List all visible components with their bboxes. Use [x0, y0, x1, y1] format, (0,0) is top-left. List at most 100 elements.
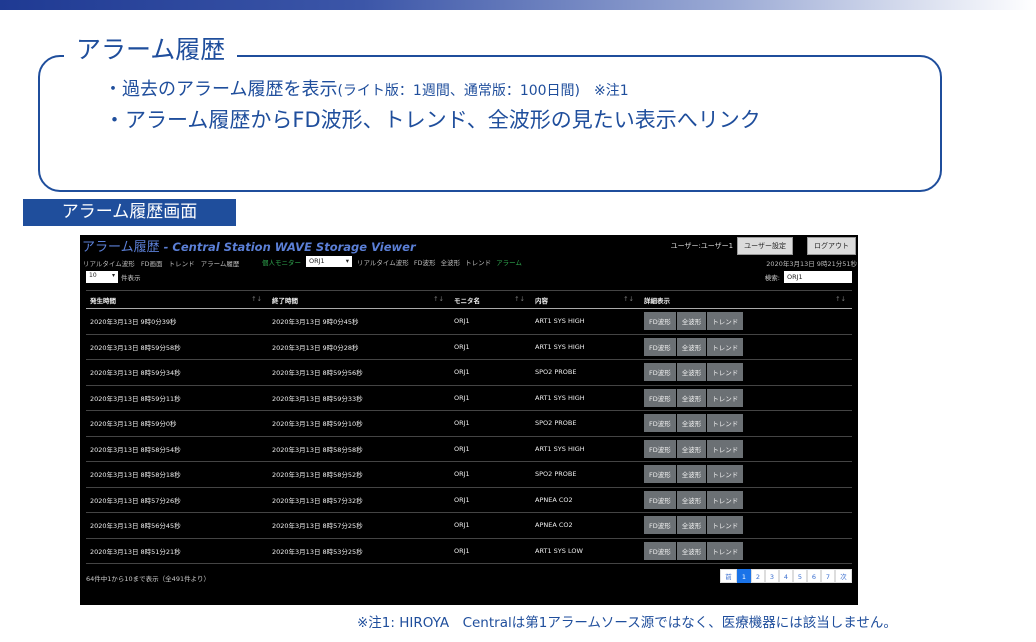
cell-content: ART1 SYS LOW [531, 538, 640, 564]
fd-wave-button[interactable]: FD波形 [644, 516, 676, 535]
fd-wave-button[interactable]: FD波形 [644, 337, 676, 356]
subnav-trend[interactable]: トレンド [465, 257, 491, 267]
fd-wave-button[interactable]: FD波形 [644, 541, 676, 560]
full-wave-button[interactable]: 全波形 [676, 465, 707, 484]
cell-end: 2020年3月13日 8時58分58秒 [268, 436, 450, 462]
nav-realtime-wave[interactable]: リアルタイム波形 [83, 258, 135, 268]
subnav-realtime-wave[interactable]: リアルタイム波形 [357, 257, 409, 267]
column-header-content[interactable]: 内容 ↑↓ [531, 290, 640, 309]
fd-wave-button[interactable]: FD波形 [644, 490, 676, 509]
page-length-suffix: 件表示 [121, 274, 141, 282]
trend-button[interactable]: トレンド [707, 490, 744, 509]
pager-page-button[interactable]: 1 [737, 569, 751, 583]
full-wave-button[interactable]: 全波形 [676, 388, 707, 407]
full-wave-button[interactable]: 全波形 [676, 516, 707, 535]
subnav-fd-wave[interactable]: FD波形 [414, 257, 436, 267]
page-length-select[interactable]: 10 ▾ [86, 271, 118, 283]
primary-nav: リアルタイム波形 FD画面 トレンド アラーム履歴 [83, 258, 239, 268]
cell-actions: FD波形 全波形 トレンド [640, 334, 852, 360]
column-header-label: 発生時間 [90, 296, 116, 305]
column-header-label: 詳細表示 [644, 296, 670, 305]
cell-start: 2020年3月13日 8時56分45秒 [86, 512, 268, 539]
table-row: 2020年3月13日 8時57分26秒 2020年3月13日 8時57分32秒 OR… [86, 487, 852, 513]
sort-icon: ↑↓ [433, 294, 444, 303]
pagination: 前 1 2 3 4 5 6 7 次 [720, 569, 852, 583]
cell-actions: FD波形 全波形 トレンド [640, 410, 852, 437]
nav-alarm-history[interactable]: アラーム履歴 [201, 258, 240, 268]
full-wave-button[interactable]: 全波形 [676, 337, 707, 356]
cell-start: 2020年3月13日 8時59分58秒 [86, 334, 268, 360]
monitor-select-label: 個人モニター [262, 258, 301, 267]
cell-start: 2020年3月13日 8時58分18秒 [86, 461, 268, 488]
cell-monitor: ORJ1 [450, 410, 531, 437]
logout-button[interactable]: ログアウト [807, 237, 856, 255]
search-input[interactable] [784, 271, 852, 283]
fd-wave-button[interactable]: FD波形 [644, 414, 676, 433]
full-wave-button[interactable]: 全波形 [676, 414, 707, 433]
cell-actions: FD波形 全波形 トレンド [640, 308, 852, 335]
column-header-label: モニタ名 [454, 296, 480, 305]
cell-monitor: ORJ1 [450, 385, 531, 411]
column-header-end[interactable]: 終了時間 ↑↓ [268, 290, 450, 309]
monitor-select[interactable]: ORJ1 ▾ [306, 256, 352, 267]
cell-start: 2020年3月13日 8時51分21秒 [86, 538, 268, 564]
app-title: アラーム履歴 - Central Station WAVE Storage Vi… [82, 236, 416, 255]
cell-start: 2020年3月13日 8時59分11秒 [86, 385, 268, 411]
fd-wave-button[interactable]: FD波形 [644, 388, 676, 407]
trend-button[interactable]: トレンド [707, 541, 744, 560]
bullet-history-detail: (ライト版：1週間、通常版：100日間) ※注1 [337, 83, 629, 99]
fd-wave-button[interactable]: FD波形 [644, 312, 676, 331]
column-header-label: 終了時間 [272, 296, 298, 305]
full-wave-button[interactable]: 全波形 [676, 490, 707, 509]
sort-icon: ↑↓ [623, 294, 634, 303]
current-datetime: 2020年3月13日 9時21分51秒 [766, 260, 857, 268]
pager-page-button[interactable]: 4 [779, 569, 793, 583]
cell-actions: FD波形 全波形 トレンド [640, 436, 852, 462]
pager-prev-button[interactable]: 前 [720, 569, 737, 583]
full-wave-button[interactable]: 全波形 [676, 312, 707, 331]
fd-wave-button[interactable]: FD波形 [644, 439, 676, 458]
pager-next-button[interactable]: 次 [835, 569, 852, 583]
trend-button[interactable]: トレンド [707, 312, 744, 331]
column-header-start[interactable]: 発生時間 ↑↓ [86, 290, 268, 309]
pager-page-button[interactable]: 6 [807, 569, 821, 583]
table-row: 2020年3月13日 8時59分11秒 2020年3月13日 8時59分33秒 OR… [86, 385, 852, 411]
pager-page-button[interactable]: 3 [765, 569, 779, 583]
trend-button[interactable]: トレンド [707, 337, 744, 356]
nav-trend[interactable]: トレンド [169, 258, 195, 268]
cell-content: ART1 SYS HIGH [531, 308, 640, 335]
cell-monitor: ORJ1 [450, 538, 531, 564]
trend-button[interactable]: トレンド [707, 414, 744, 433]
subnav-alarm[interactable]: アラーム [496, 257, 522, 267]
nav-fd-screen[interactable]: FD画面 [141, 258, 163, 268]
full-wave-button[interactable]: 全波形 [676, 363, 707, 382]
cell-actions: FD波形 全波形 トレンド [640, 385, 852, 411]
user-settings-button[interactable]: ユーザー設定 [737, 237, 793, 255]
pager-page-button[interactable]: 2 [751, 569, 765, 583]
trend-button[interactable]: トレンド [707, 516, 744, 535]
trend-button[interactable]: トレンド [707, 388, 744, 407]
fd-wave-button[interactable]: FD波形 [644, 465, 676, 484]
pager-page-button[interactable]: 5 [793, 569, 807, 583]
table-info: 64件中1から10まで表示（全491件より） [86, 575, 210, 583]
cell-end: 2020年3月13日 8時57分32秒 [268, 487, 450, 513]
subnav-full-wave[interactable]: 全波形 [441, 257, 461, 267]
cell-monitor: ORJ1 [450, 461, 531, 488]
full-wave-button[interactable]: 全波形 [676, 439, 707, 458]
column-header-detail[interactable]: 詳細表示 ↑↓ [640, 290, 852, 309]
cell-monitor: ORJ1 [450, 359, 531, 386]
bullet-history-main: ・過去のアラーム履歴を表示 [104, 79, 338, 100]
cell-end: 2020年3月13日 8時57分25秒 [268, 512, 450, 539]
pager-page-button[interactable]: 7 [821, 569, 835, 583]
cell-start: 2020年3月13日 8時59分34秒 [86, 359, 268, 386]
cell-end: 2020年3月13日 9時0分28秒 [268, 334, 450, 360]
trend-button[interactable]: トレンド [707, 363, 744, 382]
column-header-monitor[interactable]: モニタ名 ↑↓ [450, 290, 531, 309]
fd-wave-button[interactable]: FD波形 [644, 363, 676, 382]
trend-button[interactable]: トレンド [707, 439, 744, 458]
full-wave-button[interactable]: 全波形 [676, 541, 707, 560]
user-area: ユーザー:ユーザー1 ユーザー設定 ログアウト [671, 237, 856, 255]
table-row: 2020年3月13日 8時59分34秒 2020年3月13日 8時59分56秒 OR… [86, 359, 852, 386]
trend-button[interactable]: トレンド [707, 465, 744, 484]
cell-monitor: ORJ1 [450, 308, 531, 335]
